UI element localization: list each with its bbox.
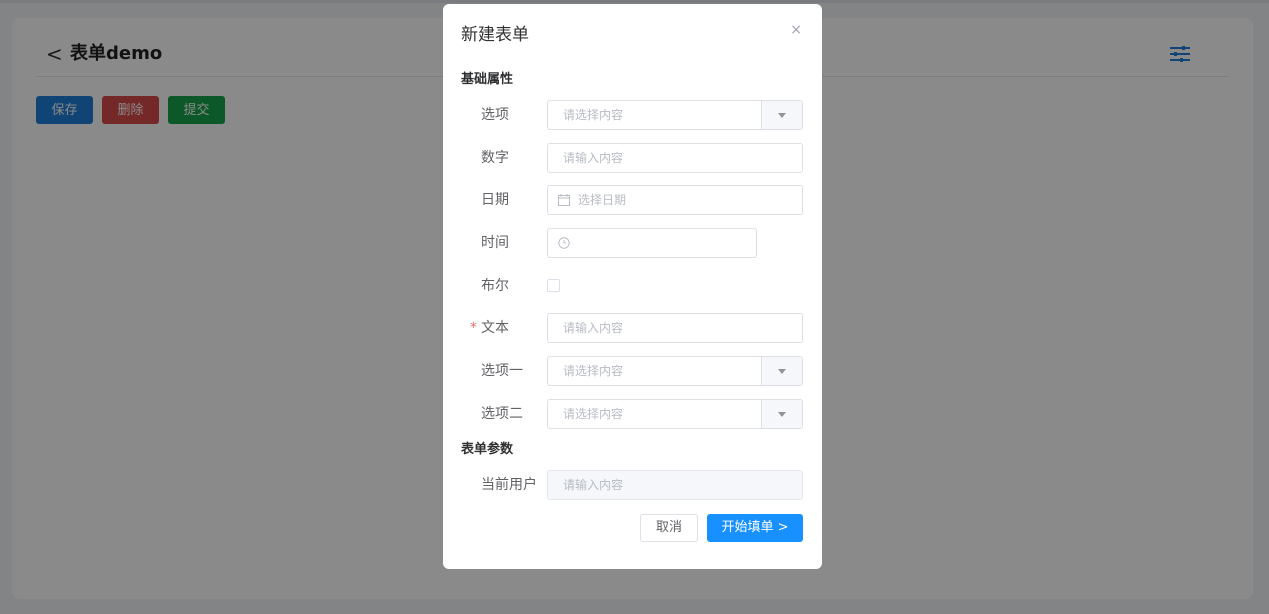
field-label: 数字 (461, 143, 537, 173)
label-text: 选项 (481, 107, 509, 123)
time-picker[interactable] (547, 228, 757, 258)
caret-down-icon[interactable] (761, 101, 802, 129)
label-text: 当前用户 (481, 477, 537, 493)
label-text: 时间 (481, 235, 509, 251)
field-date: 日期 选择日期 (461, 185, 803, 215)
field-label: 选项一 (461, 356, 537, 386)
label-text: 布尔 (481, 278, 509, 294)
text-placeholder: 请输入内容 (563, 321, 624, 335)
section-basic: 基础属性 (461, 72, 514, 87)
label-text: 文本 (481, 320, 509, 336)
option-placeholder: 请选择内容 (563, 108, 624, 122)
clock-icon (558, 237, 570, 249)
number-input[interactable]: 请输入内容 (547, 143, 803, 173)
current-user-input: 请输入内容 (547, 470, 803, 500)
field-time: 时间 (461, 228, 803, 258)
field-label: 时间 (461, 228, 537, 258)
option2-placeholder: 请选择内容 (563, 407, 624, 421)
caret-down-icon[interactable] (761, 357, 802, 385)
user-placeholder: 请输入内容 (563, 478, 624, 492)
cancel-button[interactable]: 取消 (640, 514, 698, 542)
field-option2: 选项二 请选择内容 (461, 399, 803, 429)
dialog-title: 新建表单 (461, 25, 529, 45)
field-label: 日期 (461, 185, 537, 215)
field-bool: 布尔 (461, 271, 803, 301)
field-option1: 选项一 请选择内容 (461, 356, 803, 386)
bool-checkbox[interactable] (547, 279, 560, 292)
field-number: 数字 请输入内容 (461, 143, 803, 173)
date-picker[interactable]: 选择日期 (547, 185, 803, 215)
start-fill-button[interactable]: 开始填单 > (707, 514, 803, 542)
field-label: 选项 (461, 100, 537, 130)
new-form-dialog: 新建表单 × 基础属性 选项 请选择内容 数字 请输入内容 日期 选择日期 时间 (443, 4, 822, 569)
option2-select[interactable]: 请选择内容 (547, 399, 803, 429)
section-params: 表单参数 (461, 442, 514, 457)
label-text: 日期 (481, 192, 509, 208)
option-select[interactable]: 请选择内容 (547, 100, 803, 130)
required-mark: * (470, 320, 477, 336)
field-label: 当前用户 (461, 470, 537, 500)
label-text: 选项二 (481, 406, 523, 422)
number-placeholder: 请输入内容 (563, 151, 624, 165)
calendar-icon (558, 194, 570, 206)
field-user: 当前用户 请输入内容 (461, 470, 803, 500)
date-placeholder: 选择日期 (578, 193, 627, 207)
text-input[interactable]: 请输入内容 (547, 313, 803, 343)
field-label: 布尔 (461, 271, 537, 301)
caret-down-icon[interactable] (761, 400, 802, 428)
close-icon[interactable]: × (790, 22, 802, 38)
option1-select[interactable]: 请选择内容 (547, 356, 803, 386)
field-option: 选项 请选择内容 (461, 100, 803, 130)
label-text: 数字 (481, 150, 509, 166)
field-text: * 文本 请输入内容 (461, 313, 803, 343)
field-label: * 文本 (461, 313, 537, 343)
label-text: 选项一 (481, 363, 523, 379)
option1-placeholder: 请选择内容 (563, 364, 624, 378)
field-label: 选项二 (461, 399, 537, 429)
